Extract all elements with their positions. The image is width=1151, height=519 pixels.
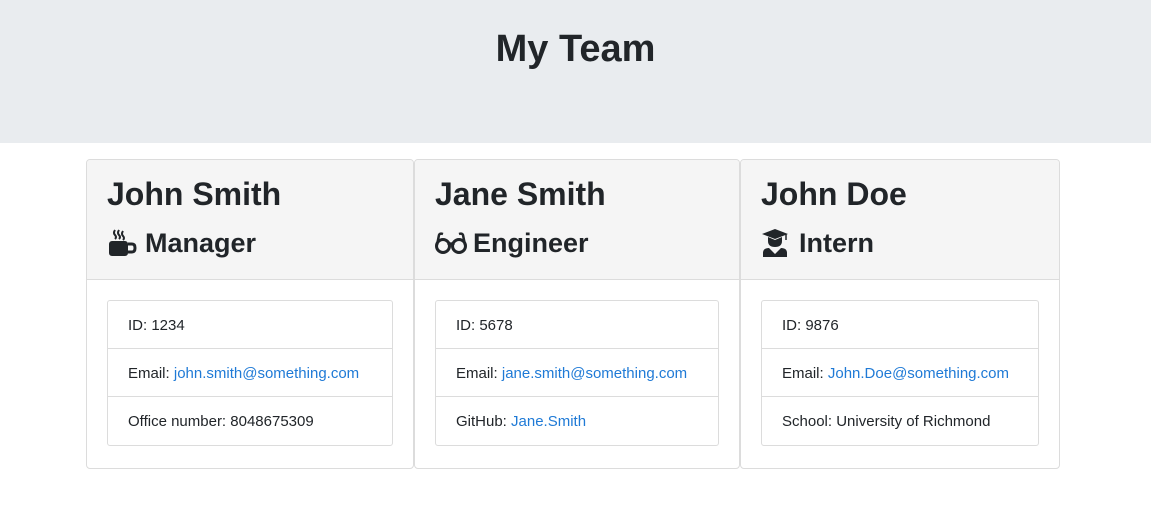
employee-name: John Doe: [761, 176, 907, 212]
role-label: Manager: [145, 228, 257, 258]
email-item: Email: John.Doe@something.com: [762, 349, 1038, 397]
glasses-icon: [435, 228, 467, 258]
details-list: ID: 5678 Email: jane.smith@something.com…: [435, 300, 719, 446]
school-value: University of Richmond: [836, 413, 991, 430]
page-header: My Team: [0, 0, 1151, 143]
details-list: ID: 1234 Email: john.smith@something.com…: [107, 300, 393, 446]
employee-role: Manager: [107, 225, 413, 261]
id-label: ID:: [782, 317, 802, 334]
id-item: ID: 5678: [436, 301, 718, 349]
card-body: ID: 9876 Email: John.Doe@something.com S…: [741, 280, 1059, 446]
employee-name: John Smith: [107, 176, 282, 212]
employee-role: Engineer: [435, 225, 739, 261]
id-value: 5678: [479, 317, 513, 334]
email-item: Email: john.smith@something.com: [108, 349, 392, 397]
employee-card-engineer: Jane Smith Engineer ID: 5678 Email: jane…: [414, 159, 740, 469]
school-item: School: University of Richmond: [762, 397, 1038, 445]
school-label: School:: [782, 413, 833, 430]
card-body: ID: 1234 Email: john.smith@something.com…: [87, 280, 413, 446]
email-label: Email:: [456, 365, 498, 382]
github-item: GitHub: Jane.Smith: [436, 397, 718, 445]
mug-icon: [107, 228, 137, 258]
email-label: Email:: [782, 365, 824, 382]
role-label: Intern: [799, 228, 875, 258]
employee-card-intern: John Doe Intern ID: 9876 Email: John.Doe…: [740, 159, 1060, 469]
role-label: Engineer: [473, 228, 589, 258]
page-title: My Team: [495, 28, 656, 70]
office-number-value: 8048675309: [230, 413, 314, 430]
graduate-icon: [761, 228, 791, 258]
card-header: John Smith Manager: [87, 160, 413, 280]
id-label: ID:: [456, 317, 476, 334]
github-label: GitHub:: [456, 413, 507, 430]
office-number-label: Office number:: [128, 413, 227, 430]
employee-role: Intern: [761, 225, 1059, 261]
email-link[interactable]: john.smith@something.com: [174, 365, 359, 382]
employee-name: Jane Smith: [435, 176, 606, 212]
email-link[interactable]: jane.smith@something.com: [502, 365, 687, 382]
id-value: 9876: [805, 317, 839, 334]
email-link[interactable]: John.Doe@something.com: [828, 365, 1009, 382]
github-link[interactable]: Jane.Smith: [511, 413, 586, 430]
office-number-item: Office number: 8048675309: [108, 397, 392, 445]
id-label: ID:: [128, 317, 148, 334]
card-header: John Doe Intern: [741, 160, 1059, 280]
details-list: ID: 9876 Email: John.Doe@something.com S…: [761, 300, 1039, 446]
email-item: Email: jane.smith@something.com: [436, 349, 718, 397]
card-body: ID: 5678 Email: jane.smith@something.com…: [415, 280, 739, 446]
email-label: Email:: [128, 365, 170, 382]
id-item: ID: 9876: [762, 301, 1038, 349]
id-item: ID: 1234: [108, 301, 392, 349]
employee-card-manager: John Smith Manager ID: 1234 Email: john.…: [86, 159, 414, 469]
id-value: 1234: [151, 317, 185, 334]
card-header: Jane Smith Engineer: [415, 160, 739, 280]
